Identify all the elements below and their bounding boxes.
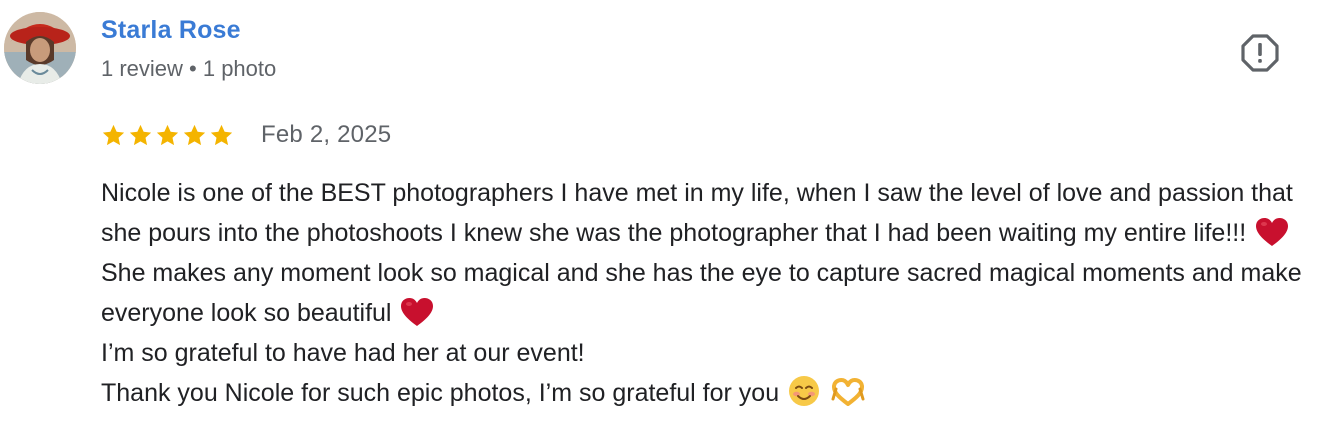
- red-heart-icon: [1256, 218, 1289, 246]
- author-avatar[interactable]: [4, 12, 76, 84]
- smiling-face-icon: [789, 376, 820, 406]
- star-icon: [183, 124, 206, 145]
- heart-hands-icon: [831, 378, 865, 406]
- review-line: I’m so grateful to have had her at our e…: [101, 339, 585, 367]
- review-text-segment: Nicole is one of the BEST photographers …: [101, 179, 1293, 247]
- review-text-segment: She makes any moment look so magical and…: [101, 259, 1302, 327]
- star-icon: [102, 124, 125, 145]
- rating-row: Feb 2, 2025: [101, 120, 391, 150]
- star-icon: [156, 124, 179, 145]
- red-heart-icon: [401, 298, 434, 326]
- review-text-segment: Thank you Nicole for such epic photos, I…: [101, 379, 780, 407]
- avatar-image: [4, 12, 76, 84]
- author-name[interactable]: Starla Rose: [101, 16, 241, 45]
- review-paragraph: Nicole is one of the BEST photographers …: [101, 173, 1316, 333]
- review-text: Nicole is one of the BEST photographers …: [101, 173, 1316, 413]
- review-date: Feb 2, 2025: [261, 121, 392, 148]
- report-button[interactable]: [1240, 33, 1280, 73]
- review-card: Starla Rose 1 review • 1 photo Feb 2, 20…: [0, 0, 1322, 432]
- star-icon: [210, 124, 233, 145]
- author-meta: 1 review • 1 photo: [101, 56, 277, 81]
- star-rating: [101, 123, 234, 148]
- report-icon: [1241, 34, 1279, 72]
- review-line: Thank you Nicole for such epic photos, I…: [101, 373, 1316, 413]
- star-icon: [129, 124, 152, 145]
